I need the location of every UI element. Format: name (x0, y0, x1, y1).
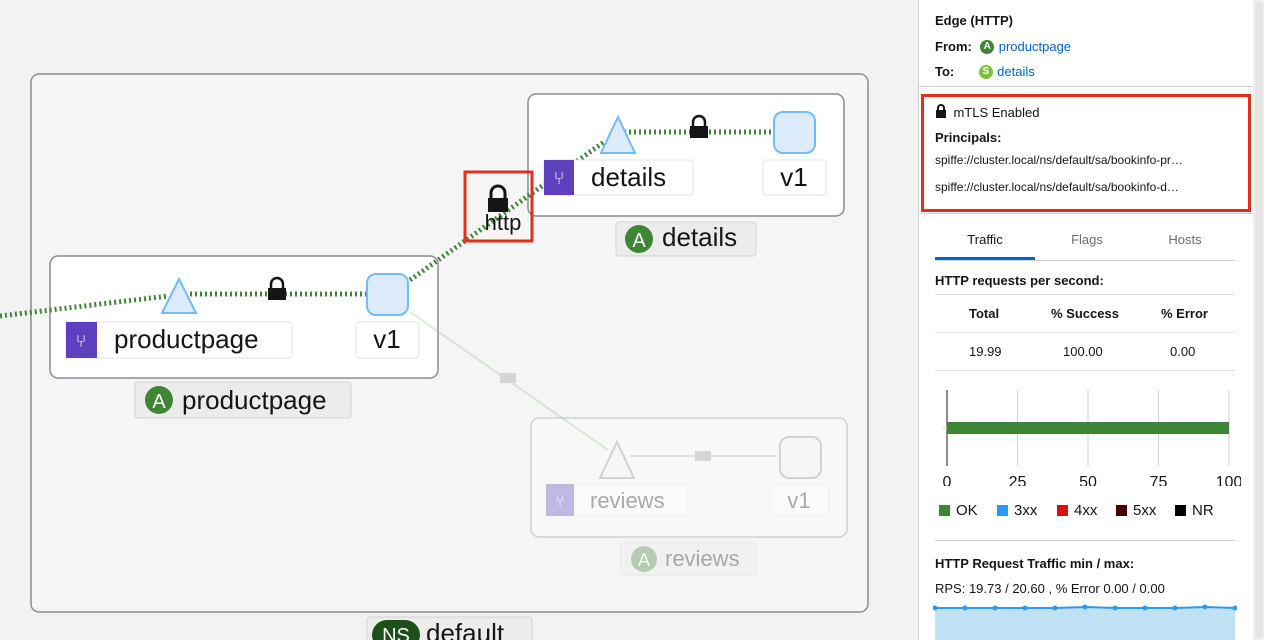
chart-tick-label: 50 (1079, 474, 1097, 486)
legend-nr: NR (1175, 502, 1214, 519)
reviews-service-text: reviews (590, 488, 665, 513)
graph-canvas[interactable]: ⑂ productpage ⑂ details ⑂ reviews v1 v1 … (0, 0, 918, 640)
branch-icon: ⑂ (554, 168, 565, 188)
reviews-v1-workload-node[interactable] (779, 436, 822, 479)
4xx-swatch-icon (1057, 505, 1068, 516)
tab-hosts[interactable]: Hosts (1135, 222, 1235, 258)
from-row: From: A productpage (935, 38, 1071, 56)
lock-icon (936, 104, 946, 118)
5xx-swatch-icon (1116, 505, 1127, 516)
to-link[interactable]: details (997, 64, 1035, 79)
reviews-service-label: ⑂ reviews (545, 483, 689, 517)
productpage-v1-workload-node[interactable] (366, 273, 409, 316)
tab-flags[interactable]: Flags (1037, 222, 1137, 258)
details-service-text: details (591, 162, 666, 192)
panel-title: Edge (HTTP) (935, 13, 1013, 28)
chart-tick-label: 75 (1150, 474, 1168, 486)
to-label: To: (935, 64, 955, 79)
rps-heading: HTTP requests per second: (935, 273, 1104, 288)
productpage-service-label: ⑂ productpage (65, 321, 293, 359)
details-service-label: ⑂ details (543, 159, 694, 196)
mtls-label: mTLS Enabled (953, 105, 1040, 120)
reviews-version-label: v1 (769, 483, 830, 517)
side-panel: Edge (HTTP) From: A productpage To: S de… (918, 0, 1264, 640)
principal-2: spiffe://cluster.local/ns/default/sa/boo… (935, 180, 1179, 194)
details-version-label: v1 (762, 159, 827, 196)
table-header-success: % Success (1051, 306, 1119, 321)
from-link[interactable]: productpage (999, 39, 1071, 54)
principal-1: spiffe://cluster.local/ns/default/sa/boo… (935, 153, 1183, 167)
svg-text:v1: v1 (787, 488, 810, 513)
details-v1-workload-node[interactable] (773, 111, 816, 154)
chart-tick-label: 25 (1009, 474, 1027, 486)
panel-scrollbar[interactable] (1253, 0, 1264, 640)
svg-text:details: details (662, 222, 737, 252)
table-header-total: Total (969, 306, 1000, 321)
legend-4xx: 4xx (1057, 502, 1097, 519)
ok-swatch-icon (939, 505, 950, 516)
mtls-row: mTLS Enabled (935, 104, 1039, 122)
table-cell-total: 19.99 (969, 344, 1002, 359)
chart-tick-label: 100 (1216, 474, 1241, 486)
svg-text:v1: v1 (780, 162, 807, 192)
tab-traffic[interactable]: Traffic (935, 222, 1035, 260)
svg-text:productpage: productpage (182, 385, 327, 415)
traffic-stats: RPS: 19.73 / 20.60 , % Error 0.00 / 0.00 (935, 581, 1165, 596)
table-cell-success: 100.00 (1063, 344, 1103, 359)
details-app-label: A details (615, 221, 757, 257)
legend-5xx: 5xx (1116, 502, 1156, 519)
legend-3xx: 3xx (997, 502, 1037, 519)
namespace-label: NS default (366, 616, 533, 640)
branch-icon: ⑂ (555, 493, 565, 510)
traffic-heading: HTTP Request Traffic min / max: (935, 556, 1135, 571)
productpage-app-label: A productpage (134, 381, 352, 419)
status-bar-chart: 0 25 50 75 100 (943, 390, 1241, 486)
legend-ok: OK (939, 502, 978, 519)
svg-text:http: http (485, 210, 522, 235)
svg-text:v1: v1 (373, 324, 400, 354)
nr-swatch-icon (1175, 505, 1186, 516)
svg-text:NS: NS (382, 625, 410, 640)
from-label: From: (935, 39, 972, 54)
productpage-version-label: v1 (355, 321, 420, 359)
svg-text:reviews: reviews (665, 546, 740, 571)
svg-text:A: A (632, 230, 646, 252)
table-header-error: % Error (1161, 306, 1208, 321)
svg-text:default: default (426, 618, 505, 640)
chart-bar-ok (947, 422, 1229, 434)
panel-tabs: Traffic Flags Hosts (935, 222, 1235, 261)
principals-label: Principals: (935, 130, 1002, 145)
svg-text:A: A (638, 550, 650, 570)
svg-text:A: A (152, 391, 166, 413)
reviews-app-label: A reviews (620, 542, 757, 576)
chart-tick-label: 0 (943, 474, 952, 486)
to-row: To: S details (935, 63, 1035, 81)
traffic-sparkline (933, 604, 1237, 640)
app-badge-icon: A (980, 39, 995, 54)
3xx-swatch-icon (997, 505, 1008, 516)
branch-icon: ⑂ (76, 331, 87, 351)
table-cell-error: 0.00 (1170, 344, 1196, 359)
service-badge-icon: S (978, 64, 993, 79)
productpage-service-text: productpage (114, 324, 259, 354)
